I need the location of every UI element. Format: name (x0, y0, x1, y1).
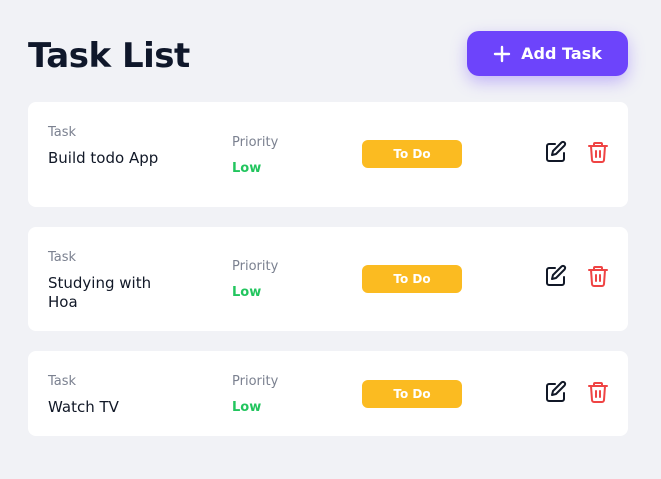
status-badge[interactable]: To Do (362, 265, 462, 293)
task-card: Task Studying with Hoa Priority Low To D… (28, 227, 628, 331)
add-task-button[interactable]: Add Task (467, 31, 628, 76)
priority-label: Priority (232, 259, 279, 274)
task-label: Task (48, 374, 77, 389)
priority-label: Priority (232, 135, 279, 150)
task-card: Task Watch TV Priority Low To Do (28, 351, 628, 436)
task-label: Task (48, 125, 77, 140)
plus-icon (493, 45, 511, 63)
status-badge[interactable]: To Do (362, 140, 462, 168)
priority-value: Low (232, 161, 262, 176)
status-badge[interactable]: To Do (362, 380, 462, 408)
trash-icon[interactable] (585, 379, 611, 405)
edit-icon[interactable] (543, 379, 569, 405)
edit-icon[interactable] (543, 263, 569, 289)
task-list-page: Task List Add Task Task Build todo App P… (0, 0, 661, 479)
trash-icon[interactable] (585, 139, 611, 165)
add-task-label: Add Task (521, 44, 602, 63)
task-name: Watch TV (48, 398, 119, 416)
priority-value: Low (232, 285, 262, 300)
priority-value: Low (232, 400, 262, 415)
trash-icon[interactable] (585, 263, 611, 289)
task-card: Task Build todo App Priority Low To Do (28, 102, 628, 207)
task-label: Task (48, 250, 77, 265)
task-name: Studying with Hoa (48, 274, 152, 311)
task-name: Build todo App (48, 149, 159, 167)
page-title: Task List (28, 36, 190, 76)
priority-label: Priority (232, 374, 279, 389)
edit-icon[interactable] (543, 139, 569, 165)
